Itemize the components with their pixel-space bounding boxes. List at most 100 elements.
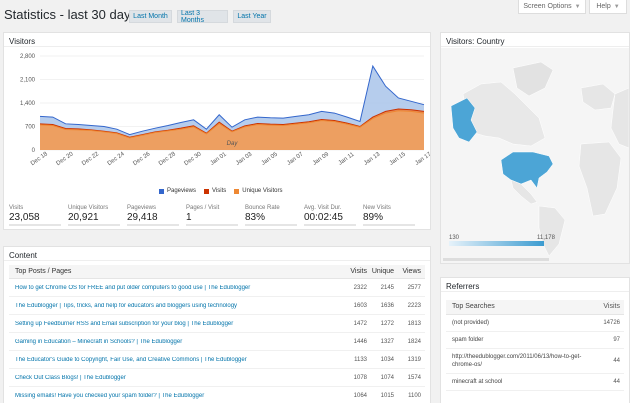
- stat-value: 83%: [245, 212, 297, 226]
- stat-pages-per-visit: Pages / Visit 1: [186, 205, 245, 226]
- last-year-button[interactable]: Last Year: [233, 10, 271, 23]
- post-link[interactable]: Check Out Class Blogs! | The Edublogger: [9, 375, 344, 381]
- help-button[interactable]: Help ▼: [589, 0, 627, 14]
- x-tick-label: Dec 26: [132, 151, 152, 167]
- stat-value: 20,921: [68, 212, 120, 226]
- stat-avg-visit-duration: Avg. Visit Dur. 00:02:45: [304, 205, 363, 226]
- row-unique: 1327: [380, 338, 394, 345]
- search-term[interactable]: spam folder: [446, 332, 594, 348]
- legend-item-pageviews[interactable]: Pageviews: [159, 188, 196, 194]
- content-panel-title: Content: [4, 247, 430, 261]
- row-visits: 1472: [353, 320, 367, 327]
- legend-swatch-visits: [204, 188, 210, 194]
- row-visits: 1078: [353, 374, 367, 381]
- country-panel-title: Visitors: Country: [441, 33, 629, 47]
- legend-label-pageviews: Pageviews: [167, 188, 197, 194]
- scale-min-label: 130: [449, 235, 460, 241]
- country-panel: Visitors: Country 130 11,178: [440, 32, 630, 264]
- table-row: Missing emails! Have you checked your sp…: [9, 387, 425, 403]
- screen-options-button[interactable]: Screen Options ▼: [518, 0, 586, 14]
- row-views: 1813: [407, 320, 421, 327]
- stat-label: Visits: [9, 205, 24, 211]
- legend-item-visits[interactable]: Visits: [204, 188, 226, 194]
- stat-new-visits: New Visits 89%: [363, 205, 422, 226]
- post-link[interactable]: Setting up Feedburner RSS and Email subs…: [9, 321, 344, 327]
- post-link[interactable]: Missing emails! Have you checked your sp…: [9, 393, 344, 399]
- legend-item-unique-visitors[interactable]: Unique Visitors: [234, 188, 283, 194]
- referrers-table-header: Top Searches Visits: [446, 300, 624, 315]
- table-row: The Educator's Guide to Copyright, Fair …: [9, 351, 425, 369]
- stat-unique-visitors: Unique Visitors 20,921: [68, 205, 127, 226]
- legend-swatch-pageviews: [159, 188, 164, 194]
- x-tick-label: Dec 24: [107, 151, 127, 167]
- x-tick-label: Jan 05: [261, 151, 280, 167]
- stat-pageviews: Pageviews 29,418: [127, 205, 186, 226]
- search-visits: 44: [613, 358, 620, 364]
- stat-value: 89%: [363, 212, 415, 226]
- x-tick-label: Dec 30: [184, 151, 204, 167]
- post-link[interactable]: How to get Chrome OS for FREE and put ol…: [9, 285, 344, 291]
- row-visits: 1603: [353, 302, 367, 309]
- y-tick-label: 0: [32, 148, 36, 154]
- header-ref-visits[interactable]: Visits: [594, 303, 624, 311]
- table-row: The Edublogger | Tips, tricks, and help …: [9, 297, 425, 315]
- header-unique[interactable]: Unique: [371, 268, 398, 275]
- y-tick-label: 1,400: [20, 101, 36, 107]
- table-row: http://theedublogger.com/2011/06/13/how-…: [446, 349, 624, 374]
- stat-value: 00:02:45: [304, 212, 356, 226]
- row-views: 1574: [407, 374, 421, 381]
- x-tick-label: Dec 28: [158, 151, 178, 167]
- stat-label: New Visits: [363, 205, 391, 211]
- stat-value: 1: [186, 212, 238, 226]
- stat-label: Bounce Rate: [245, 205, 280, 211]
- y-tick-label: 2,800: [20, 54, 36, 60]
- chart-legend: Pageviews Visits Unique Visitors: [159, 188, 283, 194]
- content-table-header: Top Posts / Pages Visits Unique Views: [9, 265, 425, 279]
- header-top-posts[interactable]: Top Posts / Pages: [9, 268, 344, 275]
- x-tick-label: Jan 11: [338, 151, 356, 166]
- chevron-down-icon: ▼: [613, 3, 620, 10]
- stat-value: 29,418: [127, 212, 179, 226]
- content-panel: Content Top Posts / Pages Visits Unique …: [3, 246, 431, 403]
- table-row: Check Out Class Blogs! | The Edublogger …: [9, 369, 425, 387]
- table-row: Setting up Feedburner RSS and Email subs…: [9, 315, 425, 333]
- header-visits[interactable]: Visits: [344, 268, 371, 275]
- help-label: Help: [596, 3, 611, 10]
- last-month-button[interactable]: Last Month: [129, 10, 172, 23]
- row-views: 2223: [407, 302, 421, 309]
- map-scrollbar[interactable]: [443, 258, 549, 261]
- row-unique: 1034: [380, 356, 394, 363]
- referrers-panel-title: Referrers: [441, 278, 629, 292]
- table-row: minecraft at school 44: [446, 374, 624, 391]
- last-3-months-button[interactable]: Last 3 Months: [177, 10, 228, 24]
- x-tick-label: Jan 07: [286, 151, 305, 167]
- world-map[interactable]: 130 11,178: [441, 48, 629, 263]
- screen-options-label: Screen Options: [523, 3, 572, 10]
- x-tick-label: Jan 03: [235, 151, 254, 167]
- search-term[interactable]: http://theedublogger.com/2011/06/13/how-…: [446, 349, 594, 373]
- stat-visits: Visits 23,058: [9, 205, 68, 226]
- post-link[interactable]: The Edublogger | Tips, tricks, and help …: [9, 303, 344, 309]
- x-tick-label: Jan 01: [210, 151, 229, 167]
- header-views[interactable]: Views: [398, 268, 425, 275]
- chevron-down-icon: ▼: [574, 3, 581, 10]
- search-term[interactable]: (not provided): [446, 315, 594, 331]
- table-row: spam folder 97: [446, 332, 624, 349]
- x-tick-label: Dec 20: [56, 151, 76, 167]
- post-link[interactable]: Gaming in Education – Minecraft in Schoo…: [9, 339, 344, 345]
- header-top-searches[interactable]: Top Searches: [446, 303, 594, 311]
- row-visits: 2322: [353, 284, 367, 291]
- y-tick-label: 700: [25, 125, 36, 131]
- legend-label-unique-visitors: Unique Visitors: [242, 188, 283, 194]
- row-views: 1319: [407, 356, 421, 363]
- legend-label-visits: Visits: [212, 188, 227, 194]
- row-views: 1100: [408, 392, 421, 399]
- search-term[interactable]: minecraft at school: [446, 374, 594, 390]
- x-tick-label: Jan 15: [389, 151, 408, 167]
- visitors-chart[interactable]: 07001,4002,1002,800Dec 18 Dec 20 Dec 22 Dec…: [4, 48, 430, 188]
- post-link[interactable]: The Educator's Guide to Copyright, Fair …: [9, 357, 344, 363]
- row-unique: 1074: [380, 374, 394, 381]
- table-row: Gaming in Education – Minecraft in Schoo…: [9, 333, 425, 351]
- referrers-panel: Referrers Top Searches Visits (not provi…: [440, 277, 630, 403]
- x-tick-label: Jan 17: [414, 151, 430, 167]
